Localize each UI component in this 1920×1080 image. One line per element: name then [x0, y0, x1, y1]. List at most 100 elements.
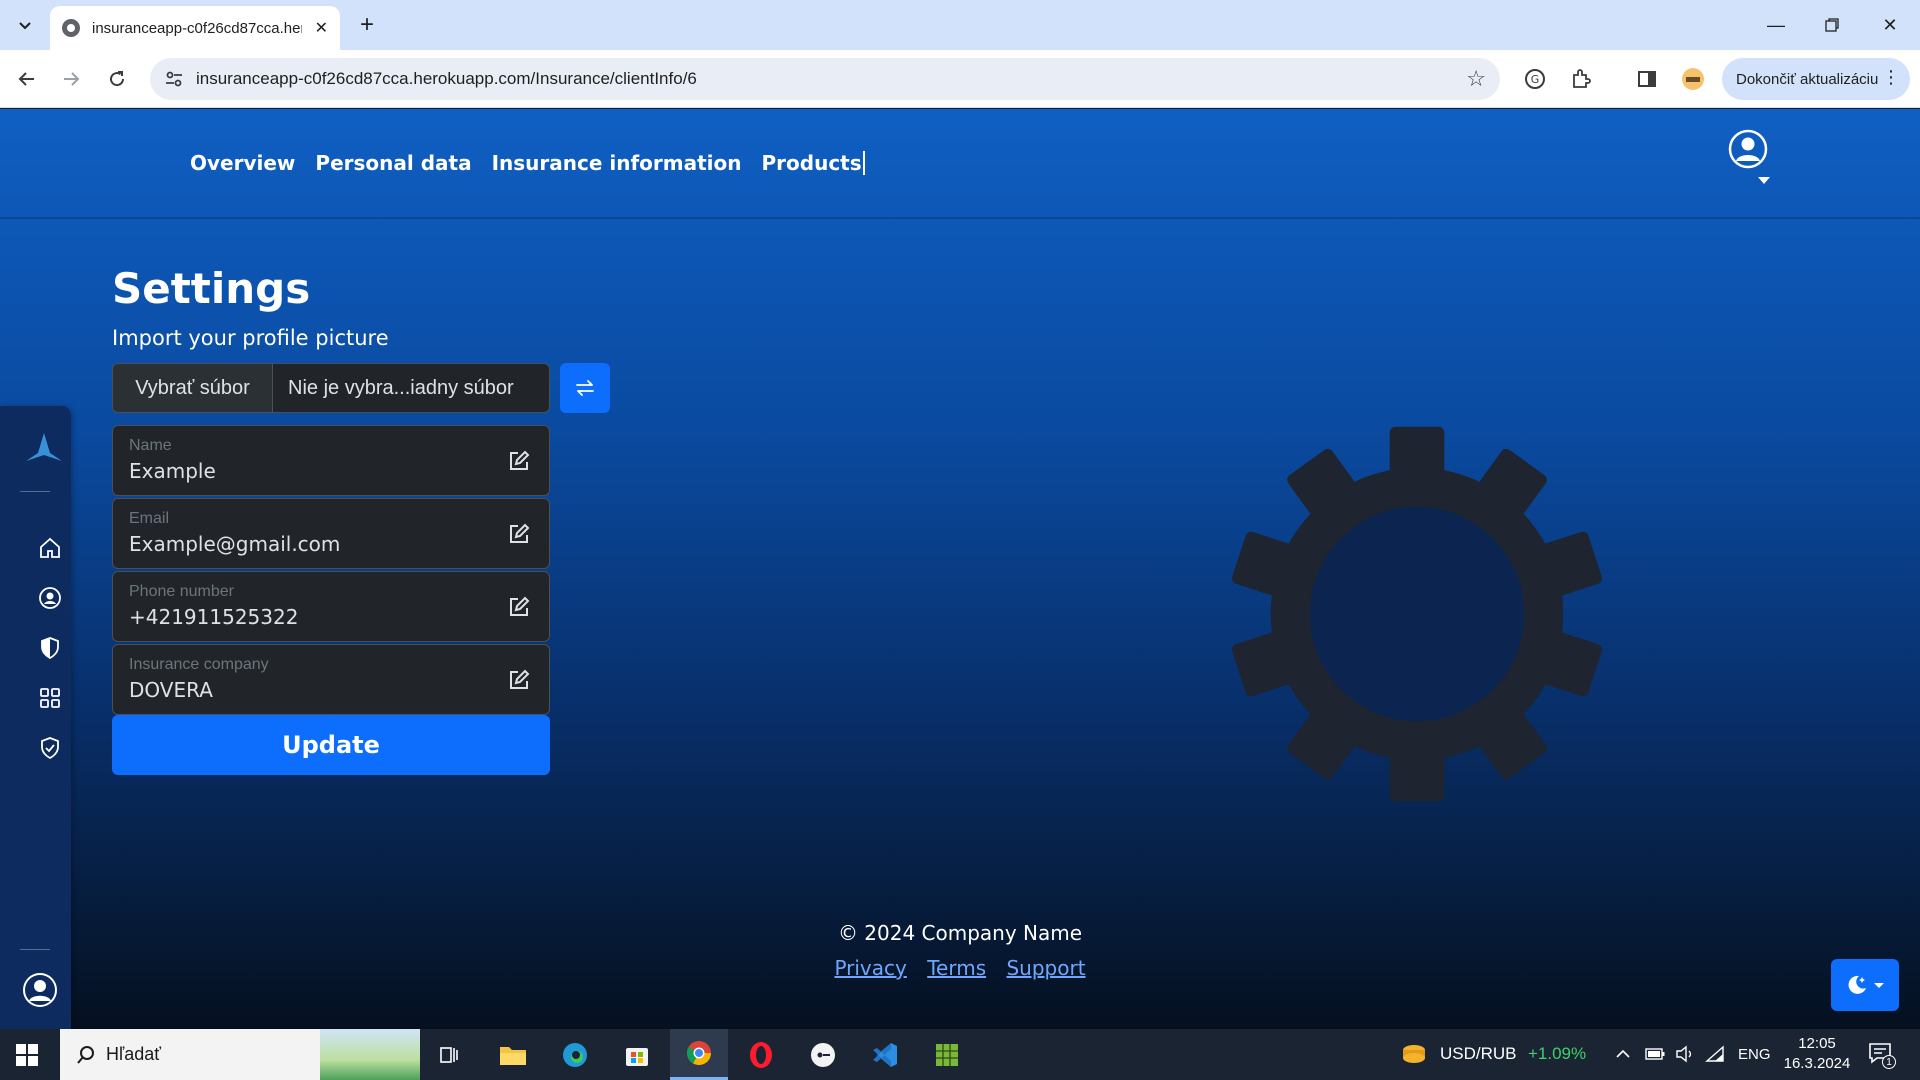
- edit-icon[interactable]: [507, 668, 531, 692]
- coins-icon: [1403, 1045, 1425, 1063]
- opera-icon: [750, 1041, 772, 1068]
- reload-button[interactable]: [102, 64, 132, 94]
- name-value[interactable]: Example: [129, 459, 216, 483]
- phone-field[interactable]: Phone number +421911525322: [112, 571, 550, 642]
- forward-button[interactable]: [56, 64, 86, 94]
- close-window-button[interactable]: ✕: [1866, 8, 1914, 42]
- windows-start-button[interactable]: [16, 1044, 38, 1066]
- footer-link-privacy[interactable]: Privacy: [834, 956, 906, 980]
- wifi-icon[interactable]: [1705, 1045, 1725, 1063]
- minimize-button[interactable]: —: [1752, 8, 1800, 42]
- close-tab-icon[interactable]: ✕: [315, 18, 328, 38]
- phone-value[interactable]: +421911525322: [129, 605, 298, 629]
- choose-file-button[interactable]: Vybrať súbor: [113, 364, 273, 412]
- chosen-file-name: Nie je vybra...iadny súbor: [288, 376, 514, 399]
- browser-update-label: Dokončiť aktualizáciu: [1736, 70, 1879, 88]
- bookmark-star-icon[interactable]: ☆: [1466, 66, 1486, 92]
- email-label: Email: [129, 510, 170, 527]
- profile-dropdown[interactable]: [1728, 129, 1772, 189]
- language-indicator[interactable]: ENG: [1738, 1046, 1771, 1063]
- edit-icon[interactable]: [507, 449, 531, 473]
- phone-label: Phone number: [129, 583, 234, 600]
- email-field[interactable]: Email Example@gmail.com: [112, 498, 550, 569]
- search-placeholder: Hľadať: [106, 1044, 162, 1064]
- tab-title: insuranceapp-c0f26cd87cca.her: [92, 19, 302, 37]
- brand-logo-icon[interactable]: [24, 431, 64, 467]
- nav-personal-data[interactable]: Personal data: [315, 151, 471, 175]
- edge-app[interactable]: [546, 1029, 604, 1080]
- windows-logo-tile: [28, 1044, 38, 1054]
- page-title: Settings: [112, 264, 311, 313]
- side-panel-icon: [1638, 71, 1656, 87]
- chevron-up-icon[interactable]: [1615, 1047, 1631, 1061]
- profile-button[interactable]: [1680, 66, 1706, 92]
- site-settings-icon[interactable]: [164, 69, 184, 89]
- chat-icon: [811, 1042, 835, 1067]
- email-value[interactable]: Example@gmail.com: [129, 532, 340, 556]
- swap-arrows-icon: [576, 380, 594, 396]
- opera-app[interactable]: [732, 1029, 790, 1080]
- notification-count: 1: [1882, 1055, 1896, 1069]
- caret-down-icon: [1758, 177, 1770, 184]
- nav-insurance-information[interactable]: Insurance information: [492, 151, 742, 175]
- chat-app[interactable]: [794, 1029, 852, 1080]
- volume-icon[interactable]: [1675, 1045, 1695, 1063]
- web-page: Overview Personal data Insurance informa…: [0, 109, 1920, 1029]
- name-field[interactable]: Name Example: [112, 425, 550, 496]
- side-panel-button[interactable]: [1634, 66, 1660, 92]
- vscode-app[interactable]: [856, 1029, 914, 1080]
- home-icon[interactable]: [38, 536, 62, 560]
- update-button[interactable]: Update: [112, 715, 550, 775]
- file-explorer-app[interactable]: [484, 1029, 542, 1080]
- browser-tab[interactable]: insuranceapp-c0f26cd87cca.her ✕: [50, 6, 340, 50]
- insurance-company-label: Insurance company: [129, 656, 269, 673]
- back-button[interactable]: [12, 64, 42, 94]
- windows-logo-tile: [16, 1056, 26, 1066]
- shield-icon[interactable]: [38, 636, 62, 660]
- search-icon: [77, 1045, 94, 1064]
- address-bar[interactable]: insuranceapp-c0f26cd87cca.herokuapp.com/…: [150, 58, 1500, 100]
- shield-check-icon[interactable]: [38, 736, 62, 760]
- spreadsheet-app[interactable]: [918, 1029, 976, 1080]
- grid-icon[interactable]: [38, 686, 62, 710]
- import-picture-label: Import your profile picture: [112, 326, 389, 350]
- grammar-extension-icon: G: [1525, 69, 1545, 89]
- extension-icon[interactable]: G: [1522, 66, 1548, 92]
- task-view-icon: [440, 1046, 458, 1063]
- taskbar-search[interactable]: Hľadať: [60, 1029, 420, 1080]
- tab-search-button[interactable]: [10, 10, 40, 40]
- edit-icon[interactable]: [507, 522, 531, 546]
- search-highlight-image: [320, 1029, 420, 1080]
- nav-overview[interactable]: Overview: [190, 151, 295, 175]
- footer-link-support[interactable]: Support: [1006, 956, 1085, 980]
- task-view-button[interactable]: [420, 1029, 478, 1080]
- insurance-company-field[interactable]: Insurance company DOVERA: [112, 644, 550, 715]
- user-icon[interactable]: [38, 586, 62, 610]
- ticker-name[interactable]: USD/RUB: [1440, 1044, 1517, 1064]
- battery-icon[interactable]: [1645, 1047, 1665, 1061]
- moon-stars-icon: [1848, 975, 1866, 994]
- new-tab-button[interactable]: +: [352, 10, 382, 40]
- spreadsheet-icon: [936, 1043, 958, 1066]
- footer-link-terms[interactable]: Terms: [927, 956, 986, 980]
- ticker-change: +1.09%: [1528, 1044, 1587, 1063]
- insurance-company-value[interactable]: DOVERA: [129, 678, 213, 702]
- windows-logo-tile: [16, 1044, 26, 1054]
- footer-links: Privacy Terms Support: [0, 956, 1920, 980]
- store-app[interactable]: [608, 1029, 666, 1080]
- edit-icon[interactable]: [507, 595, 531, 619]
- nav-products[interactable]: Products: [762, 151, 862, 175]
- browser-update-button[interactable]: Dokončiť aktualizáciu ⋮: [1722, 58, 1910, 100]
- theme-toggle-button[interactable]: [1831, 959, 1899, 1011]
- chrome-app[interactable]: [670, 1029, 728, 1080]
- extensions-button[interactable]: [1568, 66, 1594, 92]
- notifications-button[interactable]: 1: [1868, 1041, 1896, 1069]
- folder-icon: [500, 1046, 526, 1065]
- url-text: insuranceapp-c0f26cd87cca.herokuapp.com/…: [196, 69, 697, 88]
- clock[interactable]: 12:05 16.3.2024: [1782, 1034, 1852, 1074]
- arrow-left-icon: [18, 72, 34, 86]
- profile-picture-file-input[interactable]: Vybrať súbor Nie je vybra...iadny súbor: [112, 363, 550, 413]
- puzzle-icon: [1573, 69, 1591, 88]
- restore-button[interactable]: [1808, 8, 1856, 42]
- upload-picture-button[interactable]: [560, 363, 610, 413]
